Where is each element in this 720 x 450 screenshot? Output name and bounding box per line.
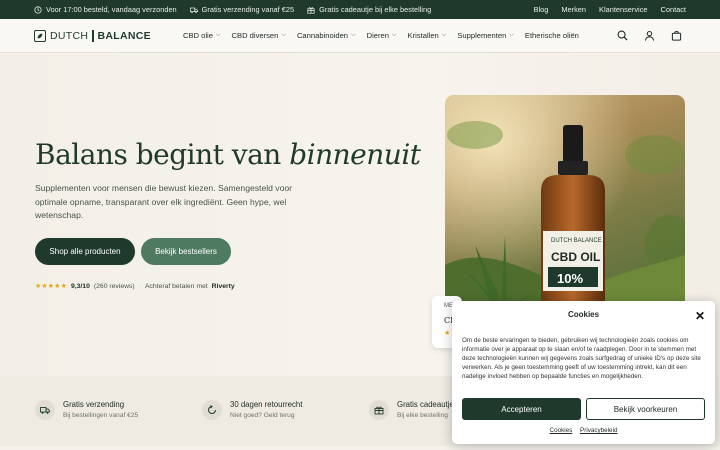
rating-stars: ★★★★★ <box>35 283 67 290</box>
hero-subtitle: Supplementen voor mensen die bewust kiez… <box>35 183 293 220</box>
chevron-down-icon: ⌵ <box>441 32 447 38</box>
cart-icon[interactable] <box>671 30 682 41</box>
usp-title: 30 dagen retourrecht <box>230 400 303 409</box>
menu-item-kristallen[interactable]: Kristallen ⌵ <box>408 31 447 40</box>
site-logo[interactable]: DUTCH BALANCE <box>34 29 151 42</box>
chevron-down-icon: ⌵ <box>391 32 397 38</box>
menu-item-supplementen[interactable]: Supplementen ⌵ <box>457 31 514 40</box>
chevron-down-icon: ⌵ <box>351 32 356 38</box>
payment-brand: Riverty <box>211 282 235 290</box>
usp-desc: Bij bestellingen vanaf €25 <box>63 412 139 419</box>
gift-icon <box>307 6 315 14</box>
cookie-consent-dialog: Cookies ✕ Om de beste ervaringen te bied… <box>452 301 715 444</box>
bottle-label-title: CBD OIL <box>551 250 600 264</box>
logo-text-dutch: DUTCH <box>50 29 89 42</box>
cookie-title: Cookies <box>567 310 600 319</box>
close-icon[interactable]: ✕ <box>695 309 705 323</box>
main-navigation: DUTCH BALANCE CBD olie ⌵ CBD diversen ⌵ Ca… <box>0 19 720 53</box>
chevron-down-icon: ⌵ <box>509 32 514 38</box>
menu-item-cannabinoiden[interactable]: Cannabinoiden ⌵ <box>297 31 356 40</box>
usp-shipping-time: Voor 17:00 besteld, vandaag verzonden <box>34 5 177 14</box>
menu-item-cbd-diversen[interactable]: CBD diversen ⌵ <box>232 31 286 40</box>
payment-prefix: Achteraf betalen met <box>144 282 208 290</box>
bestsellers-button[interactable]: Bekijk bestsellers <box>141 238 231 265</box>
hero-title: Balans begint van binnenuit <box>35 138 421 171</box>
privacy-policy-link[interactable]: Privacybeleid <box>580 427 617 434</box>
usp-item-shipping: Gratis verzending Bij bestellingen vanaf … <box>35 400 138 420</box>
hero-title-italic: binnenuit <box>289 138 421 171</box>
view-preferences-button[interactable]: Bekijk voorkeuren <box>586 398 705 420</box>
cookie-policy-link[interactable]: Cookies <box>550 427 573 434</box>
usp-free-shipping: Gratis verzending vanaf €25 <box>189 5 294 14</box>
rating-score: 9,3/10 <box>70 282 90 290</box>
rating-row: ★★★★★ 9,3/10 (260 reviews) · Achteraf be… <box>35 282 235 291</box>
menu-item-cbd-olie[interactable]: CBD olie ⌵ <box>183 31 221 40</box>
rating-separator: · <box>138 282 141 290</box>
truck-icon <box>189 7 198 13</box>
cookie-links: Cookies Privacybeleid <box>452 427 715 434</box>
topbar-link-klantenservice[interactable]: Klantenservice <box>599 5 647 14</box>
menu-item-dieren[interactable]: Dieren ⌵ <box>367 31 397 40</box>
usp-desc: Niet goed? Geld terug <box>230 412 295 419</box>
bottle-brand: DUTCH BALANCE <box>551 238 602 244</box>
bottle-label-percent: 10% <box>557 271 583 286</box>
logo-text-balance: BALANCE <box>97 29 151 42</box>
usp-title: Gratis verzending <box>63 400 125 409</box>
usp-item-gift: Gratis cadeautje Bij elke bestelling <box>369 400 454 420</box>
chevron-down-icon: ⌵ <box>215 32 221 38</box>
menu-item-etherische-olien[interactable]: Etherische oliën <box>525 31 579 40</box>
usp-item-returns: 30 dagen retourrecht Niet goed? Geld teru… <box>202 400 302 420</box>
account-icon[interactable] <box>644 30 655 41</box>
chevron-down-icon: ⌵ <box>281 32 286 38</box>
gift-icon <box>374 406 384 415</box>
shop-all-button[interactable]: Shop alle producten <box>35 238 135 265</box>
logo-divider <box>92 29 94 42</box>
usp-free-gift: Gratis cadeautje bij elke bestelling <box>307 5 431 14</box>
accept-cookies-button[interactable]: Accepteren <box>462 398 581 420</box>
clock-icon <box>34 5 42 14</box>
usp-title: Gratis cadeautje <box>397 400 454 409</box>
cookie-body: Om de beste ervaringen te bieden, gebrui… <box>462 337 701 380</box>
hero-product-image: DUTCH BALANCE CBD OIL 10% <box>445 95 685 320</box>
topbar-link-contact[interactable]: Contact <box>661 5 686 14</box>
return-icon <box>208 405 216 414</box>
topbar-link-blog[interactable]: Blog <box>534 5 549 14</box>
usp-desc: Bij elke bestelling <box>397 412 448 419</box>
truck-icon <box>40 407 50 414</box>
announcement-bar: Voor 17:00 besteld, vandaag verzonden Gr… <box>0 0 720 19</box>
topbar-link-merken[interactable]: Merken <box>561 5 586 14</box>
search-icon[interactable] <box>617 30 628 41</box>
leaf-logo-icon <box>34 29 46 42</box>
category-menu: CBD olie ⌵ CBD diversen ⌵ Cannabinoiden ⌵ D… <box>183 31 579 40</box>
rating-count: (260 reviews) <box>93 282 135 290</box>
